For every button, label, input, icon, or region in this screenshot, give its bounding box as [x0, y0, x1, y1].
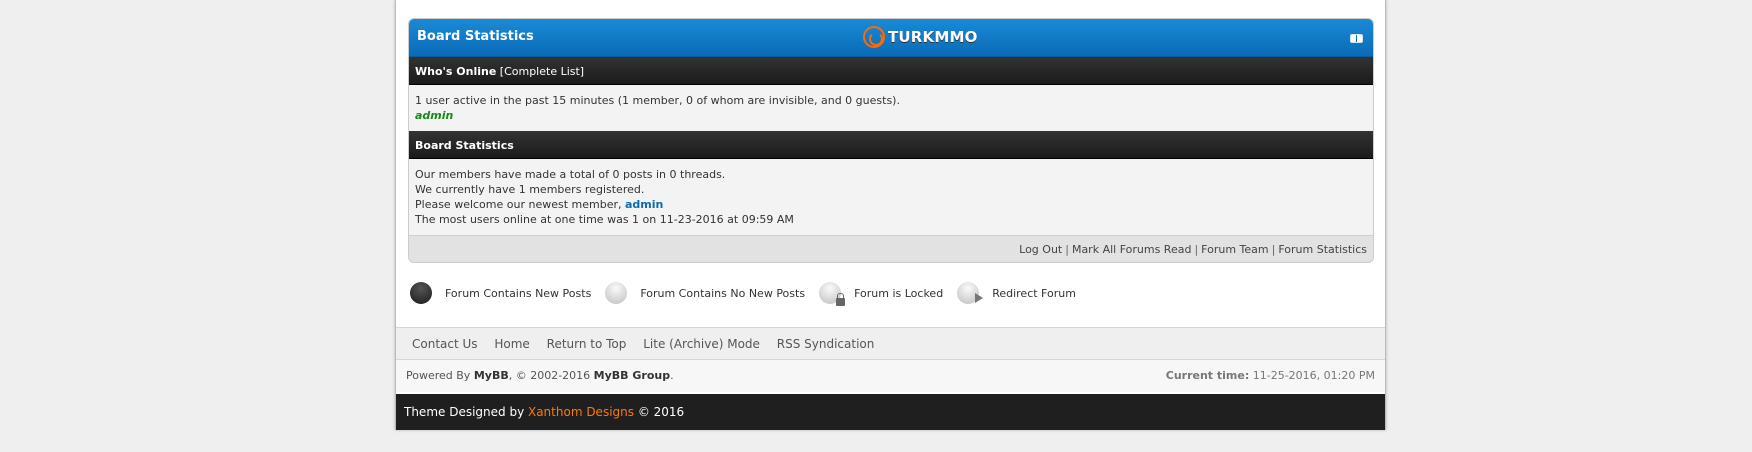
board-statistics-title: Board Statistics [417, 29, 534, 44]
legend-item: Forum Contains No New Posts [605, 282, 805, 304]
most-online-stat: The most users online at one time was 1 … [415, 213, 794, 226]
statistics-heading: Board Statistics [415, 139, 514, 152]
return-to-top-link[interactable]: Return to Top [547, 337, 627, 351]
log-out-link[interactable]: Log Out [1019, 243, 1062, 256]
redirect-arrow-icon [975, 293, 984, 303]
members-stat: We currently have 1 members registered. [415, 183, 645, 196]
forum-no-new-posts-icon [605, 282, 628, 304]
forum-new-posts-icon [410, 282, 432, 304]
newest-member-line: Please welcome our newest member, admin [415, 197, 1367, 212]
legend-label: Forum Contains New Posts [445, 286, 592, 300]
copyright-bar: Powered By MyBB, © 2002-2016 MyBB Group.… [396, 360, 1385, 392]
home-link[interactable]: Home [494, 337, 529, 351]
lite-mode-link[interactable]: Lite (Archive) Mode [643, 337, 760, 351]
mybb-group-link[interactable]: MyBB Group [594, 369, 670, 382]
forum-redirect-icon [957, 282, 984, 304]
whos-online-row: 1 user active in the past 15 minutes (1 … [409, 85, 1373, 131]
powered-by-text: Powered By [406, 369, 474, 382]
current-time: Current time: 11-25-2016, 01:20 PM [1166, 369, 1375, 382]
collapse-icon[interactable] [1350, 34, 1363, 43]
posts-stat: Our members have made a total of 0 posts… [415, 168, 726, 181]
page-wrapper: Board Statistics TURKMMO Who's Online [C… [395, 0, 1386, 430]
legend-item: Forum Contains New Posts [410, 282, 591, 304]
online-summary: 1 user active in the past 15 minutes (1 … [415, 94, 900, 107]
legend-item: Forum is Locked [819, 282, 944, 306]
statistics-row: Our members have made a total of 0 posts… [409, 159, 1373, 235]
forum-legend: Forum Contains New Posts Forum Contains … [410, 280, 1090, 306]
legend-label: Redirect Forum [992, 286, 1076, 300]
mark-all-read-link[interactable]: Mark All Forums Read [1072, 243, 1192, 256]
forum-team-link[interactable]: Forum Team [1201, 243, 1268, 256]
board-actions-footer: Log Out | Mark All Forums Read | Forum Team |… [409, 235, 1373, 262]
separator: | [1271, 243, 1276, 256]
legend-label: Forum is Locked [854, 286, 944, 300]
statistics-header: Board Statistics [409, 131, 1373, 159]
rss-syndication-link[interactable]: RSS Syndication [777, 337, 875, 351]
theme-credit-bar: Theme Designed by Xanthom Designs © 2016 [396, 394, 1385, 430]
whos-online-header: Who's Online [Complete List] [409, 57, 1373, 85]
current-time-value: 11-25-2016, 01:20 PM [1249, 369, 1375, 382]
board-statistics-header: Board Statistics TURKMMO [409, 19, 1373, 57]
footer-navigation: Contact Us Home Return to Top Lite (Arch… [396, 327, 1385, 360]
separator: | [1194, 243, 1199, 256]
forum-statistics-link[interactable]: Forum Statistics [1278, 243, 1367, 256]
whos-online-heading: Who's Online [415, 65, 497, 78]
legend-item: Redirect Forum [957, 282, 1076, 304]
turkmmo-logo-icon [863, 26, 885, 48]
board-statistics-table: Board Statistics TURKMMO Who's Online [C… [408, 18, 1374, 263]
turkmmo-logo[interactable]: TURKMMO [863, 24, 978, 50]
mybb-link[interactable]: MyBB [474, 369, 509, 382]
welcome-text: Please welcome our newest member, [415, 198, 625, 211]
legend-label: Forum Contains No New Posts [640, 286, 806, 300]
forum-locked-icon [819, 282, 846, 306]
newest-member-link[interactable]: admin [625, 198, 663, 211]
copyright-years: , © 2002-2016 [508, 369, 594, 382]
lock-icon [836, 293, 846, 306]
copyright-period: . [670, 369, 674, 382]
complete-list-link[interactable]: [Complete List] [500, 65, 584, 78]
current-time-label: Current time: [1165, 369, 1250, 382]
contact-us-link[interactable]: Contact Us [412, 337, 478, 351]
logo-wordmark: TURKMMO [888, 28, 978, 46]
theme-credit-prefix: Theme Designed by [404, 405, 528, 419]
separator: | [1065, 243, 1069, 256]
xanthom-designs-link[interactable]: Xanthom Designs [528, 405, 634, 419]
theme-credit-suffix: © 2016 [634, 405, 685, 419]
online-user-link[interactable]: admin [415, 109, 453, 122]
